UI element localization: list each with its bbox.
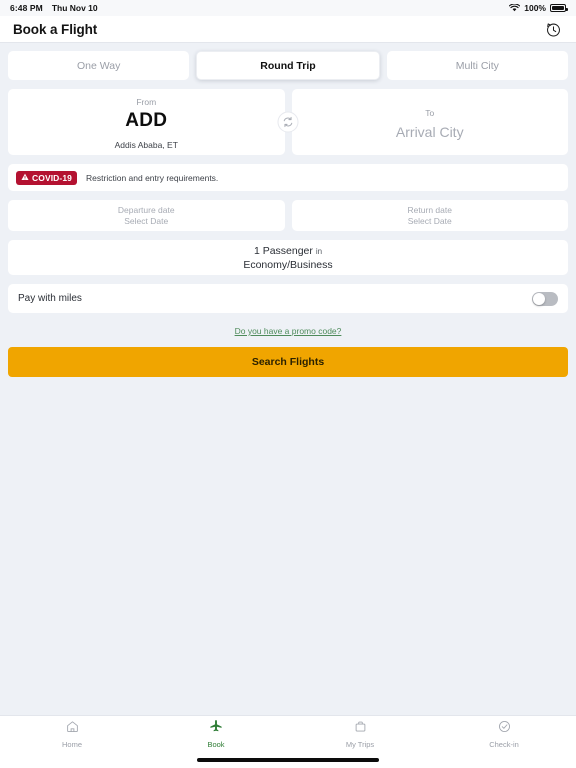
- passenger-count: 1 Passenger: [253, 244, 313, 257]
- promo-code-link[interactable]: Do you have a promo code?: [235, 326, 342, 336]
- tab-home-label: Home: [61, 739, 82, 749]
- swap-refresh-icon[interactable]: [277, 111, 299, 133]
- trip-type-tabs: One Way Round Trip Multi City: [8, 51, 568, 80]
- tab-my-trips-label: My Trips: [345, 739, 375, 749]
- return-date-label: Return date: [407, 204, 452, 215]
- booking-form: One Way Round Trip Multi City From ADD A…: [0, 43, 576, 715]
- home-indicator-area: [0, 752, 576, 768]
- airplane-icon: [209, 719, 223, 738]
- cabin-class: Economy/Business: [243, 258, 333, 271]
- passenger-cabin-field[interactable]: 1 Passenger in Economy/Business: [8, 240, 568, 275]
- status-time: 6:48 PM: [10, 3, 43, 13]
- covid-message: Restriction and entry requirements.: [86, 172, 219, 183]
- status-bar-right: 100%: [509, 3, 568, 13]
- return-date-value: Select Date: [407, 215, 452, 226]
- pay-with-miles-row: Pay with miles: [8, 284, 568, 313]
- home-icon: [66, 720, 79, 738]
- date-selectors: Departure date Select Date Return date S…: [8, 200, 568, 231]
- departure-date-value: Select Date: [124, 215, 169, 226]
- tab-multi-city[interactable]: Multi City: [386, 51, 568, 80]
- status-bar-left: 6:48 PM Thu Nov 10: [10, 3, 98, 13]
- origin-code: ADD: [125, 110, 168, 131]
- check-circle-icon: [498, 720, 511, 738]
- tab-round-trip[interactable]: Round Trip: [196, 51, 380, 80]
- destination-field[interactable]: To Arrival City: [291, 89, 568, 155]
- route-selector: From ADD Addis Ababa, ET To Arrival City: [8, 89, 568, 155]
- destination-label: To: [425, 108, 435, 118]
- history-clock-icon[interactable]: [543, 19, 563, 39]
- home-indicator[interactable]: [197, 758, 379, 762]
- covid-badge-label: COVID-19: [32, 172, 73, 183]
- battery-full-icon: [550, 4, 568, 12]
- passenger-connector: in: [315, 246, 323, 256]
- departure-date-label: Departure date: [117, 204, 175, 215]
- bottom-tab-bar: Home Book My Trips Check-in: [0, 715, 576, 752]
- pay-with-miles-toggle[interactable]: [532, 291, 558, 306]
- pay-with-miles-label: Pay with miles: [18, 293, 82, 304]
- origin-city: Addis Ababa, ET: [114, 140, 178, 150]
- warning-triangle-icon: [21, 173, 29, 183]
- destination-placeholder: Arrival City: [395, 124, 464, 140]
- battery-percent: 100%: [524, 3, 546, 13]
- tab-home[interactable]: Home: [0, 720, 144, 749]
- tab-one-way[interactable]: One Way: [8, 51, 190, 80]
- origin-label: From: [136, 97, 157, 107]
- passenger-count-line: 1 Passenger in: [254, 244, 322, 259]
- status-date: Thu Nov 10: [51, 3, 98, 13]
- covid-badge: COVID-19: [16, 170, 78, 185]
- tab-my-trips[interactable]: My Trips: [288, 720, 432, 749]
- page-title: Book a Flight: [13, 21, 98, 37]
- search-flights-button[interactable]: Search Flights: [8, 347, 568, 377]
- covid-notice[interactable]: COVID-19 Restriction and entry requireme…: [8, 164, 568, 191]
- status-bar: 6:48 PM Thu Nov 10 100%: [0, 0, 576, 16]
- tab-check-in-label: Check-in: [489, 739, 519, 749]
- tab-book-label: Book: [207, 740, 225, 749]
- tab-check-in[interactable]: Check-in: [432, 720, 576, 749]
- return-date-field[interactable]: Return date Select Date: [291, 200, 568, 231]
- origin-field[interactable]: From ADD Addis Ababa, ET: [8, 89, 285, 155]
- suitcase-icon: [354, 720, 367, 738]
- tab-book[interactable]: Book: [144, 719, 288, 749]
- app-header: Book a Flight: [0, 16, 576, 43]
- promo-row: Do you have a promo code?: [8, 321, 568, 339]
- departure-date-field[interactable]: Departure date Select Date: [8, 200, 285, 231]
- wifi-icon: [509, 4, 521, 12]
